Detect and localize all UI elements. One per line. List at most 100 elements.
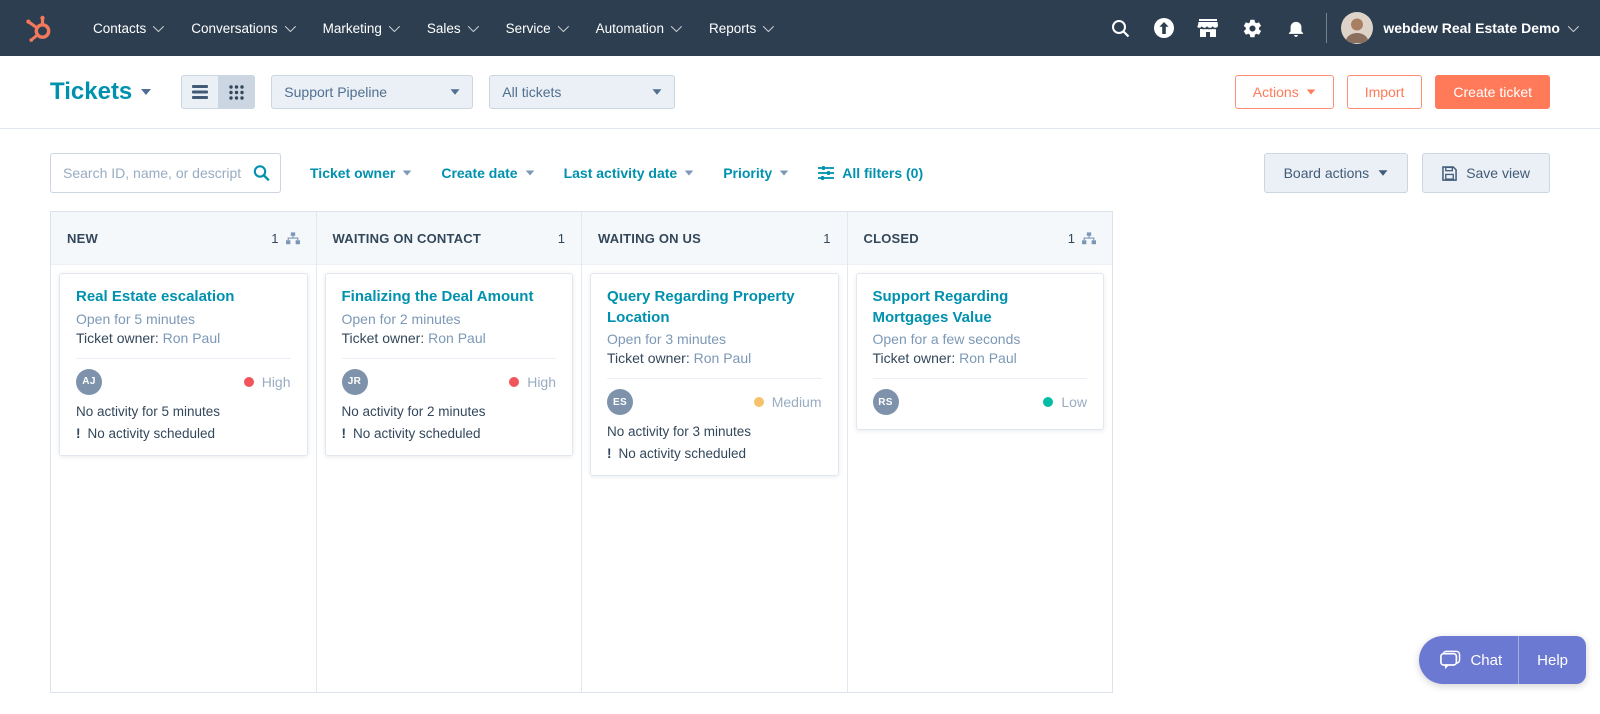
actions-button-label: Actions: [1252, 84, 1299, 100]
view-toggle-group: [181, 75, 256, 109]
warning-exclamation-icon: !: [341, 425, 347, 441]
filter-create-date[interactable]: Create date: [441, 165, 534, 181]
ticket-title-link[interactable]: Support Regarding Mortgages Value: [873, 287, 1088, 328]
contact-avatar[interactable]: RS: [872, 389, 899, 416]
save-view-label: Save view: [1466, 165, 1530, 181]
filter-last-activity-date[interactable]: Last activity date: [564, 165, 695, 181]
priority-badge: High: [509, 374, 556, 390]
nav-item-label: Automation: [595, 20, 664, 36]
sitemap-icon[interactable]: [1082, 231, 1096, 245]
column-count: 1: [557, 230, 565, 246]
ticket-card[interactable]: Support Regarding Mortgages Value Open f…: [855, 273, 1104, 431]
nav-item-contacts[interactable]: Contacts: [78, 0, 176, 56]
import-button[interactable]: Import: [1346, 75, 1423, 109]
search-icon[interactable]: [1098, 0, 1142, 56]
nav-item-marketing[interactable]: Marketing: [308, 0, 412, 56]
list-view-button[interactable]: [181, 75, 219, 109]
priority-dot-icon: [243, 376, 254, 387]
header-actions: Actions Import Create ticket: [1234, 75, 1550, 109]
priority-badge: High: [243, 373, 291, 390]
filter-ticket-owner[interactable]: Ticket owner: [310, 165, 412, 181]
ticket-open-duration: Open for 5 minutes: [76, 310, 196, 327]
no-activity-scheduled: ! No activity scheduled: [607, 446, 822, 461]
help-button[interactable]: Help: [1519, 636, 1586, 684]
ticket-card[interactable]: Query Regarding Property Location Open f…: [590, 273, 839, 477]
priority-label: High: [261, 373, 291, 390]
chevron-down-icon: [403, 170, 412, 176]
contact-avatar[interactable]: AJ: [76, 368, 102, 395]
ticket-view-select[interactable]: All tickets: [489, 75, 676, 109]
column-header: CLOSED 1: [847, 212, 1112, 265]
nav-right-controls: webdew Real Estate Demo: [1098, 0, 1580, 56]
priority-label: Medium: [771, 394, 822, 411]
contact-avatar[interactable]: ES: [607, 389, 633, 416]
no-activity-scheduled: ! No activity scheduled: [342, 426, 557, 441]
no-activity-text: No activity for 5 minutes: [76, 403, 221, 419]
chevron-down-icon: [284, 20, 296, 33]
board-column-closed: CLOSED 1 Support Regarding Mortgages Val…: [847, 212, 1112, 692]
ticket-view-select-value: All tickets: [502, 84, 562, 100]
ticket-card[interactable]: Real Estate escalation Open for 5 minute…: [59, 273, 308, 456]
nav-item-reports[interactable]: Reports: [694, 0, 786, 56]
chevron-down-icon: [652, 89, 662, 95]
column-header: NEW 1: [51, 212, 316, 265]
nav-item-automation[interactable]: Automation: [581, 0, 694, 56]
column-body: Finalizing the Deal Amount Open for 2 mi…: [317, 265, 582, 692]
save-view-button[interactable]: Save view: [1422, 153, 1550, 193]
board-controls: Board actions Save view: [1263, 153, 1550, 193]
page-title: Tickets: [50, 78, 133, 105]
all-filters-button[interactable]: All filters (0): [818, 165, 923, 181]
chevron-down-icon: [1378, 170, 1388, 176]
nav-item-service[interactable]: Service: [491, 0, 581, 56]
ticket-title-link[interactable]: Real Estate escalation: [76, 287, 291, 308]
account-menu[interactable]: webdew Real Estate Demo: [1383, 20, 1580, 36]
contact-avatar[interactable]: JR: [341, 368, 368, 395]
ticket-card[interactable]: Finalizing the Deal Amount Open for 2 mi…: [324, 273, 573, 456]
all-filters-label: All filters (0): [842, 165, 924, 181]
chat-button[interactable]: Chat: [1419, 636, 1518, 684]
search-input[interactable]: [50, 153, 281, 193]
priority-badge: Medium: [753, 394, 822, 411]
column-count: 1: [823, 230, 831, 246]
filter-priority[interactable]: Priority: [723, 165, 789, 181]
create-ticket-button[interactable]: Create ticket: [1435, 75, 1550, 109]
settings-gear-icon[interactable]: [1230, 0, 1274, 56]
pipeline-select[interactable]: Support Pipeline: [271, 75, 474, 109]
board-actions-button[interactable]: Board actions: [1263, 153, 1409, 193]
page-title-dropdown[interactable]: Tickets: [50, 78, 152, 106]
notifications-bell-icon[interactable]: [1274, 0, 1318, 56]
ticket-owner-label: Ticket owner:: [76, 329, 159, 346]
ticket-owner-label: Ticket owner:: [341, 329, 425, 346]
column-name: WAITING ON CONTACT: [332, 230, 482, 246]
account-avatar[interactable]: [1341, 12, 1374, 44]
sitemap-icon[interactable]: [285, 231, 300, 245]
priority-dot-icon: [1043, 397, 1054, 408]
ticket-open-duration: Open for 2 minutes: [341, 310, 461, 327]
column-name: WAITING ON US: [598, 230, 701, 246]
card-divider: [76, 357, 291, 359]
actions-button[interactable]: Actions: [1234, 75, 1334, 109]
nav-item-conversations[interactable]: Conversations: [176, 0, 307, 56]
scheduled-text: No activity scheduled: [353, 425, 481, 441]
hubspot-logo-icon[interactable]: [22, 11, 56, 45]
column-name: NEW: [67, 230, 98, 246]
priority-label: Low: [1061, 394, 1087, 411]
marketplace-icon[interactable]: [1186, 0, 1230, 56]
column-header: WAITING ON US 1: [582, 212, 847, 265]
board-view-button[interactable]: [218, 75, 256, 109]
board-column-new: NEW 1 Real Estate escalation Open for 5 …: [51, 212, 317, 692]
ticket-title-link[interactable]: Query Regarding Property Location: [607, 287, 822, 328]
ticket-title-link[interactable]: Finalizing the Deal Amount: [342, 287, 557, 308]
ticket-open-duration: Open for a few seconds: [872, 331, 1021, 348]
card-divider: [341, 357, 556, 359]
priority-dot-icon: [509, 376, 520, 387]
filter-label: Create date: [441, 165, 518, 181]
support-widget: Chat Help: [1419, 636, 1586, 684]
nav-item-label: Sales: [426, 20, 461, 36]
upgrade-icon[interactable]: [1142, 0, 1186, 56]
board-actions-label: Board actions: [1283, 165, 1370, 181]
search-icon[interactable]: [253, 165, 270, 182]
nav-item-sales[interactable]: Sales: [412, 0, 491, 56]
chevron-down-icon: [684, 170, 694, 176]
nav-divider: [1326, 13, 1328, 43]
